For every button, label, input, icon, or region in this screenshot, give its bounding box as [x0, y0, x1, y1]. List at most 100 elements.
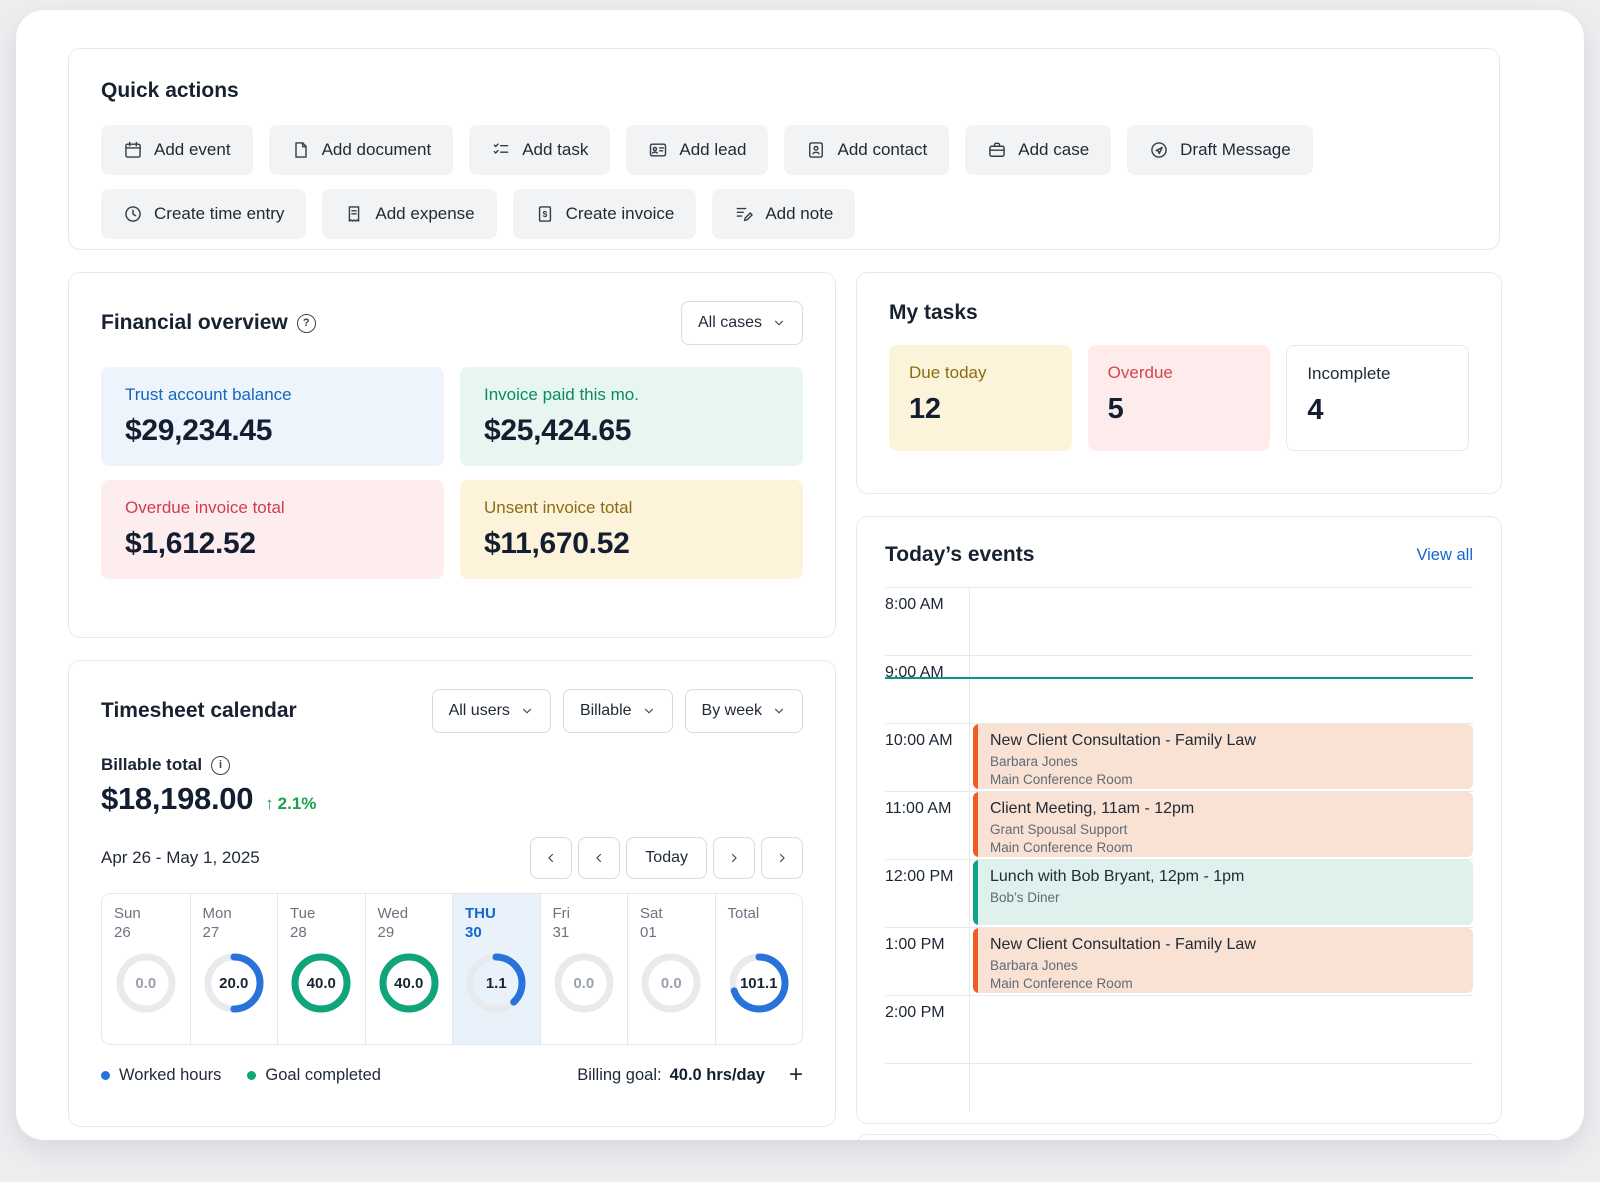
quick-actions-row-1: Add event Add document Add task Add lead… [101, 125, 1467, 175]
add-case-button[interactable]: Add case [965, 125, 1111, 175]
grid-line [885, 1063, 1473, 1064]
document-icon [291, 140, 311, 160]
day-date: 27 [203, 924, 278, 943]
add-lead-button[interactable]: Add lead [626, 125, 768, 175]
chevron-left-icon [544, 851, 558, 865]
hours-ring: 40.0 [290, 952, 352, 1014]
hours-value: 40.0 [378, 952, 440, 1014]
event-attendee: Grant Spousal Support [990, 821, 1461, 839]
view-all-link[interactable]: View all [1416, 546, 1473, 565]
today-button[interactable]: Today [626, 837, 707, 879]
event-card[interactable]: New Client Consultation - Family Law Bar… [973, 724, 1473, 789]
add-expense-button[interactable]: Add expense [322, 189, 496, 239]
day-date [728, 924, 803, 943]
edit-billing-goal-button[interactable]: + [789, 1063, 803, 1087]
day-column-fri[interactable]: Fri31 0.0 [540, 894, 628, 1044]
create-invoice-button[interactable]: $ Create invoice [513, 189, 697, 239]
financial-overview-card: Financial overview ? All cases Trust acc… [68, 272, 836, 638]
day-name: Wed [378, 905, 453, 922]
hours-ring: 0.0 [553, 952, 615, 1014]
tile-value: 12 [909, 393, 1052, 426]
prev-far-button[interactable] [530, 837, 572, 879]
by-week-dropdown[interactable]: By week [685, 689, 803, 733]
tile-label: Overdue invoice total [125, 498, 420, 518]
tile-value: $25,424.65 [484, 414, 779, 448]
tile-label: Trust account balance [125, 385, 420, 405]
day-date: 29 [378, 924, 453, 943]
button-label: Add lead [679, 140, 746, 160]
add-note-button[interactable]: Add note [712, 189, 855, 239]
due-today-tile[interactable]: Due today 12 [889, 345, 1072, 451]
todays-events-card: Today’s events View all 8:00 AM 9:00 AM … [856, 516, 1502, 1124]
chevron-right-icon [775, 851, 789, 865]
button-label: Add task [522, 140, 588, 160]
add-document-button[interactable]: Add document [269, 125, 454, 175]
day-column-mon[interactable]: Mon27 20.0 [190, 894, 278, 1044]
note-pen-icon [734, 204, 754, 224]
event-card[interactable]: New Client Consultation - Family Law Bar… [973, 928, 1473, 993]
invoice-icon: $ [535, 204, 555, 224]
time-label: 10:00 AM [885, 732, 953, 750]
draft-message-button[interactable]: Draft Message [1127, 125, 1313, 175]
legend-goal-completed: Goal completed [247, 1066, 381, 1085]
tile-label: Incomplete [1307, 364, 1448, 384]
day-column-thu-today[interactable]: THU30 1.1 [452, 894, 540, 1044]
dropdown-label: All cases [698, 314, 762, 332]
hours-ring: 101.1 [728, 952, 790, 1014]
next-button[interactable] [713, 837, 755, 879]
add-contact-button[interactable]: Add contact [784, 125, 949, 175]
create-time-entry-button[interactable]: Create time entry [101, 189, 306, 239]
day-date: 01 [640, 924, 715, 943]
chevron-down-icon [772, 704, 786, 718]
dropdown-label: Billable [580, 702, 632, 720]
event-location: Main Conference Room [990, 839, 1461, 857]
day-column-sun[interactable]: Sun26 0.0 [102, 894, 190, 1044]
button-label: Add expense [375, 204, 474, 224]
quick-actions-card: Quick actions Add event Add document Add… [68, 48, 1500, 250]
time-label: 9:00 AM [885, 664, 944, 682]
next-far-button[interactable] [761, 837, 803, 879]
legend-label: Goal completed [265, 1066, 381, 1085]
hours-value: 101.1 [728, 952, 790, 1014]
day-column-wed[interactable]: Wed 29 40.0 [365, 894, 453, 1044]
legend-worked-hours: Worked hours [101, 1066, 221, 1085]
tile-label: Unsent invoice total [484, 498, 779, 518]
day-date: 26 [114, 924, 190, 943]
tile-value: $11,670.52 [484, 527, 779, 561]
billing-goal-label: Billing goal: [577, 1066, 661, 1085]
button-label: Create time entry [154, 204, 284, 224]
goal-completed-dot [247, 1071, 256, 1080]
prev-button[interactable] [578, 837, 620, 879]
hours-ring: 20.0 [203, 952, 265, 1014]
day-name: Sun [114, 905, 190, 922]
total-column: Total 101.1 [715, 894, 803, 1044]
time-label: 1:00 PM [885, 936, 945, 954]
timesheet-calendar-card: Timesheet calendar All users Billable By… [68, 660, 836, 1127]
all-cases-dropdown[interactable]: All cases [681, 301, 803, 345]
contact-book-icon [806, 140, 826, 160]
tile-label: Invoice paid this mo. [484, 385, 779, 405]
up-arrow-icon: ↑ [265, 794, 274, 814]
billable-dropdown[interactable]: Billable [563, 689, 673, 733]
billing-goal-value: 40.0 hrs/day [670, 1066, 765, 1085]
all-users-dropdown[interactable]: All users [432, 689, 551, 733]
tile-label: Due today [909, 363, 1052, 383]
add-task-button[interactable]: Add task [469, 125, 610, 175]
event-title: New Client Consultation - Family Law [990, 935, 1461, 956]
send-message-icon [1149, 140, 1169, 160]
event-title: Client Meeting, 11am - 12pm [990, 799, 1461, 820]
day-name: Total [728, 905, 803, 922]
chevron-right-icon [727, 851, 741, 865]
day-date: 31 [553, 924, 628, 943]
day-column-sat[interactable]: Sat01 0.0 [627, 894, 715, 1044]
add-event-button[interactable]: Add event [101, 125, 253, 175]
event-card[interactable]: Lunch with Bob Bryant, 12pm - 1pm Bob’s … [973, 860, 1473, 925]
worked-hours-dot [101, 1071, 110, 1080]
info-icon[interactable]: i [211, 756, 230, 775]
event-location: Main Conference Room [990, 771, 1461, 789]
help-icon[interactable]: ? [297, 314, 316, 333]
overdue-tasks-tile[interactable]: Overdue 5 [1088, 345, 1271, 451]
day-column-tue[interactable]: Tue28 40.0 [277, 894, 365, 1044]
incomplete-tasks-tile[interactable]: Incomplete 4 [1286, 345, 1469, 451]
event-card[interactable]: Client Meeting, 11am - 12pm Grant Spousa… [973, 792, 1473, 857]
